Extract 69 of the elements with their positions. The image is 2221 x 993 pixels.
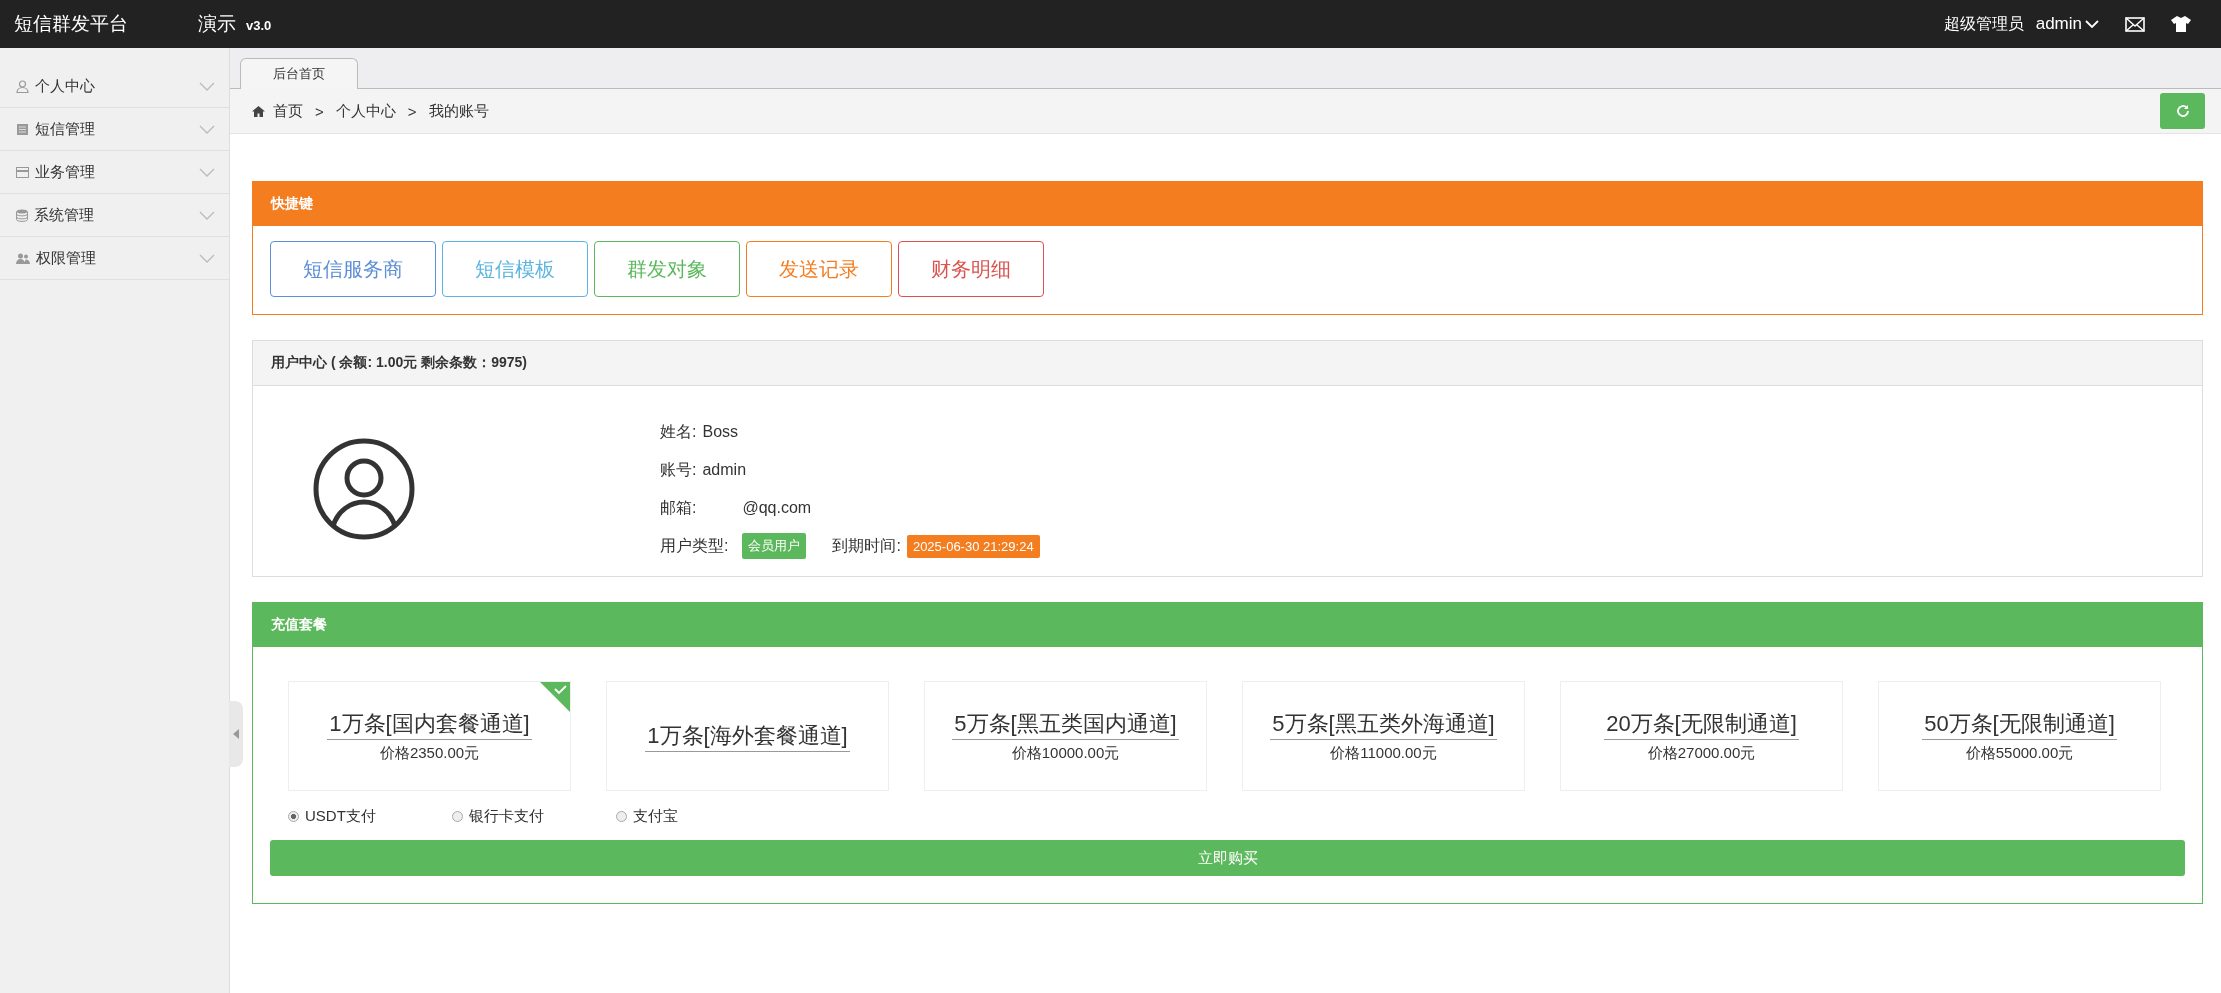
package-card[interactable]: 50万条[无限制通道] 价格55000.00元 (1878, 681, 2161, 791)
package-card[interactable]: 1万条[国内套餐通道] 价格2350.00元 (288, 681, 571, 791)
version-label: v3.0 (246, 18, 272, 33)
chevron-down-icon (199, 81, 215, 91)
package-price: 价格55000.00元 (1965, 744, 2074, 763)
chevron-down-icon (199, 210, 215, 220)
app-title: 演示 (198, 12, 236, 36)
sidebar-item[interactable]: 短信管理 (0, 108, 229, 151)
expiry-badge: 2025-06-30 21:29:24 (906, 534, 1040, 558)
role-label: 超级管理员 (1943, 13, 2024, 34)
panel-title: 用户中心 ( 余额: 1.00元 剩余条数：9975) (271, 354, 527, 372)
panel-title: 充值套餐 (271, 616, 327, 634)
chevron-down-icon (199, 124, 215, 134)
package-card[interactable]: 5万条[黑五类外海通道] 价格11000.00元 (1242, 681, 1525, 791)
user-type-badge: 会员用户 (742, 533, 807, 559)
payment-radio[interactable]: 支付宝 (616, 807, 720, 826)
selected-check-icon (540, 682, 570, 712)
breadcrumb-separator: > (407, 102, 417, 120)
package-name: 5万条[黑五类国内通道] (952, 709, 1179, 740)
sidebar-item[interactable]: 权限管理 (0, 237, 229, 280)
package-name: 1万条[海外套餐通道] (645, 720, 850, 752)
field-label: 邮箱: (660, 497, 697, 518)
chevron-down-icon (199, 253, 215, 263)
home-icon (252, 105, 265, 117)
field-label: 用户类型: (660, 535, 729, 556)
payment-radio[interactable]: 银行卡支付 (452, 807, 556, 826)
package-price: 价格2350.00元 (379, 744, 480, 763)
document-icon (16, 122, 29, 136)
package-name: 20万条[无限制通道] (1604, 709, 1799, 740)
package-card[interactable]: 20万条[无限制通道] 价格27000.00元 (1560, 681, 1843, 791)
panel-title: 快捷键 (271, 195, 313, 213)
caret-left-icon (233, 729, 239, 739)
field-label: 到期时间: (832, 535, 901, 556)
chevron-down-icon (2085, 19, 2099, 29)
sidebar-collapse-handle[interactable] (229, 701, 243, 767)
sidebar-item[interactable]: 业务管理 (0, 151, 229, 194)
tab[interactable]: 后台首页 (240, 58, 358, 89)
breadcrumb-separator: > (315, 102, 324, 120)
package-name: 5万条[黑五类外海通道] (1270, 709, 1497, 740)
breadcrumb-link[interactable]: 我的账号 (428, 101, 489, 121)
user-menu[interactable]: admin (2035, 14, 2099, 34)
field-value: @qq.com (742, 499, 812, 517)
field-value: admin (702, 461, 747, 479)
user-icon (16, 79, 29, 93)
refresh-icon (2175, 104, 2190, 118)
mail-icon[interactable] (2125, 16, 2145, 32)
package-price: 价格27000.00元 (1647, 744, 1756, 763)
group-icon (16, 252, 30, 264)
field-value: Boss (702, 423, 739, 441)
package-name: 1万条[国内套餐通道] (327, 709, 532, 740)
field-label: 姓名: (660, 421, 697, 442)
package-name: 50万条[无限制通道] (1922, 709, 2117, 740)
card-icon (16, 166, 29, 178)
sidebar-item[interactable]: 系统管理 (0, 194, 229, 237)
app-title: 短信群发平台 (14, 12, 128, 36)
package-price: 价格10000.00元 (1011, 744, 1120, 763)
avatar-icon (313, 438, 415, 540)
package-card[interactable]: 5万条[黑五类国内通道] 价格10000.00元 (924, 681, 1207, 791)
payment-radio[interactable]: USDT支付 (288, 807, 392, 826)
database-icon (16, 208, 28, 222)
shortcut-button[interactable]: 财务明细 (898, 241, 1044, 297)
package-price: 价格11000.00元 (1330, 744, 1437, 763)
package-card[interactable]: 1万条[海外套餐通道] (606, 681, 889, 791)
breadcrumb-link[interactable]: 首页 (273, 101, 303, 121)
breadcrumb-link[interactable]: 个人中心 (335, 101, 396, 121)
chevron-down-icon (199, 167, 215, 177)
shirt-icon[interactable] (2171, 16, 2191, 32)
field-label: 账号: (660, 459, 697, 480)
sidebar-item[interactable]: 个人中心 (0, 65, 229, 108)
